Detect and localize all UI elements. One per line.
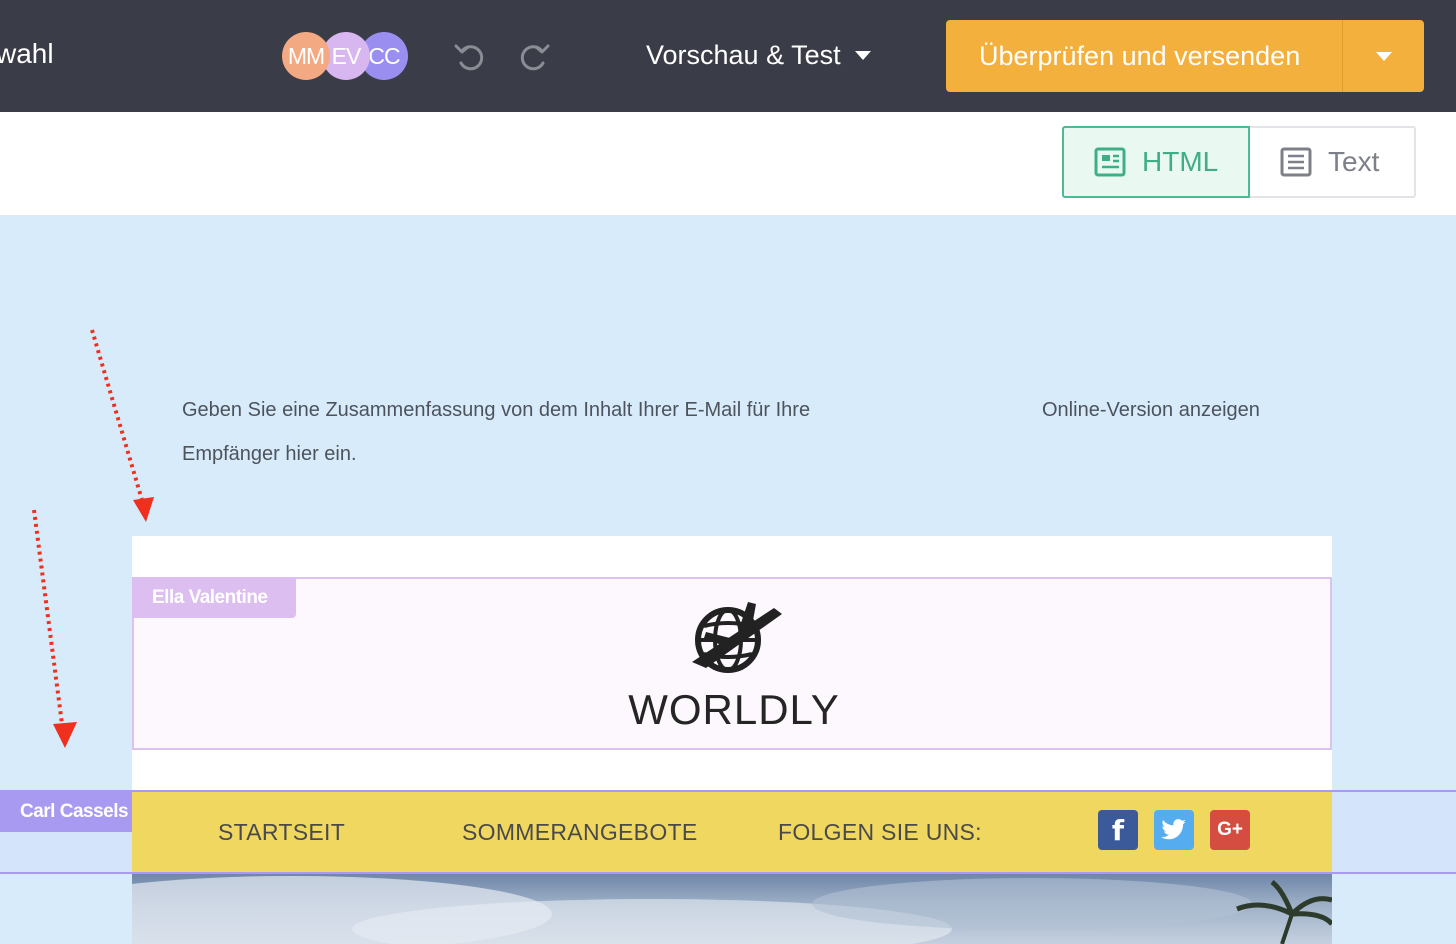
chevron-down-icon [1375, 51, 1392, 61]
collaborator-tag-ella: Ella Valentine [132, 577, 296, 618]
nav-item-follow-us: FOLGEN SIE UNS: [778, 819, 982, 845]
breadcrumb-fragment[interactable]: wahl [0, 38, 54, 70]
html-mode-button[interactable]: HTML [1062, 126, 1250, 198]
email-nav-bar[interactable]: STARTSEIT SOMMERANGEBOTE FOLGEN SIE UNS:… [132, 792, 1332, 872]
top-bar: wahl MM EV CC Vorschau & Test Überprüfen… [0, 0, 1456, 112]
globe-airplane-logo-icon [692, 602, 782, 673]
nav-item-home[interactable]: STARTSEIT [218, 819, 345, 846]
review-send-button-group: Überprüfen und versenden [946, 20, 1424, 92]
arrow-head-icon [53, 722, 77, 748]
html-mode-label: HTML [1142, 146, 1219, 177]
undo-icon[interactable] [452, 38, 488, 74]
chevron-down-icon [854, 51, 871, 60]
editor-toolbar: HTML Text [0, 112, 1456, 216]
preview-label: Vorschau & Test [646, 40, 841, 70]
text-document-icon [1280, 147, 1312, 177]
nav-item-summer-offers[interactable]: SOMMERANGEBOTE [462, 819, 698, 846]
text-mode-button[interactable]: Text [1250, 126, 1416, 198]
beach-photo-image [132, 876, 1332, 944]
google-plus-icon[interactable]: G+ [1210, 810, 1250, 850]
twitter-icon[interactable] [1154, 810, 1194, 850]
review-send-button[interactable]: Überprüfen und versenden [946, 20, 1342, 92]
html-layout-icon [1094, 147, 1126, 177]
logo-wordmark: WORLDLY [628, 686, 840, 733]
arrow-head-icon [133, 497, 154, 522]
collaborator-tag-carl: Carl Cassels [0, 791, 150, 832]
collaborator-avatars: MM EV CC [282, 32, 412, 80]
facebook-icon[interactable]: f [1098, 810, 1138, 850]
email-summary-text[interactable]: Geben Sie eine Zusammenfassung von dem I… [182, 388, 902, 476]
online-version-link[interactable]: Online-Version anzeigen [1042, 388, 1260, 432]
avatar-mm[interactable]: MM [282, 32, 330, 80]
text-mode-label: Text [1328, 146, 1380, 177]
redo-icon[interactable] [516, 38, 552, 74]
preview-test-dropdown[interactable]: Vorschau & Test [646, 40, 871, 71]
hero-image [132, 874, 1332, 944]
twitter-bird-icon [1161, 819, 1186, 840]
send-options-toggle[interactable] [1342, 20, 1424, 92]
